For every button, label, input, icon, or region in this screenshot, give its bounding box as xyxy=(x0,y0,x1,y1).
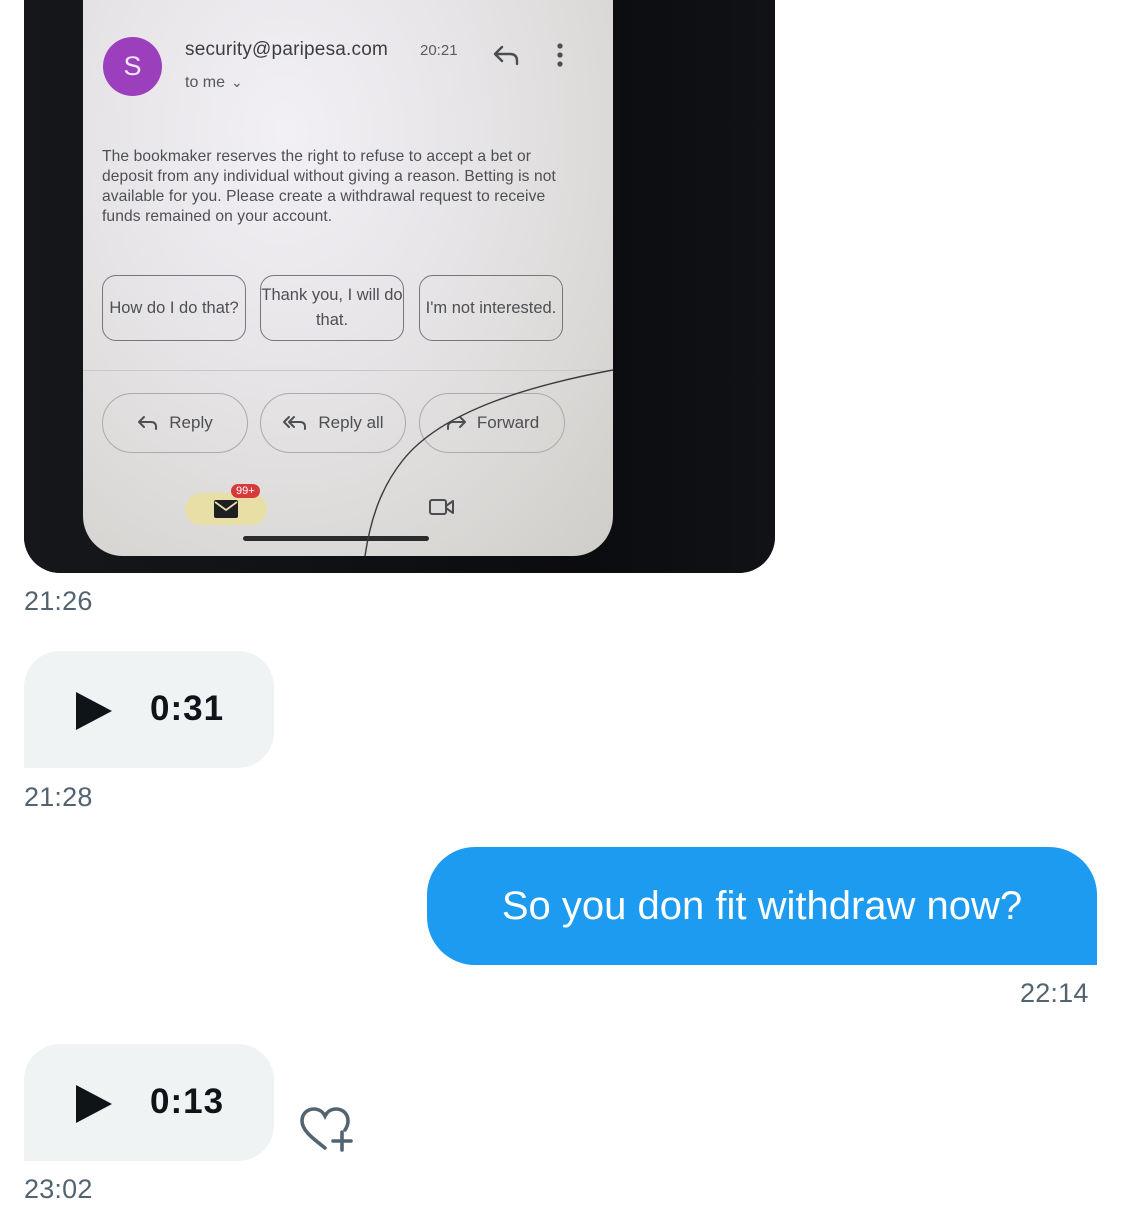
add-reaction-icon[interactable] xyxy=(298,1106,356,1154)
forward-action: Forward xyxy=(419,393,565,453)
voice-duration: 0:31 xyxy=(150,689,225,728)
play-icon[interactable] xyxy=(74,1084,114,1124)
reply-icon xyxy=(493,45,519,66)
email-body: The bookmaker reserves the right to refu… xyxy=(102,148,556,225)
message-timestamp: 21:26 xyxy=(24,586,93,616)
mail-tab xyxy=(185,493,267,525)
mail-icon xyxy=(214,500,238,518)
reply-all-action: Reply all xyxy=(260,393,406,453)
message-timestamp: 21:28 xyxy=(24,782,93,812)
sender-avatar: S xyxy=(103,37,162,96)
reply-all-label: Reply all xyxy=(318,413,384,432)
unread-badge: 99+ xyxy=(231,484,260,498)
reply-all-icon xyxy=(283,416,307,430)
chevron-down-icon: ⌄ xyxy=(231,74,243,90)
smart-reply-chip: Thank you, I will do that. xyxy=(260,275,404,341)
sent-message-bubble[interactable]: So you don fit withdraw now? xyxy=(427,847,1097,965)
voice-message[interactable]: 0:31 xyxy=(24,651,274,768)
recipient-label: to me xyxy=(185,74,226,91)
reply-action: Reply xyxy=(102,393,248,453)
reply-label: Reply xyxy=(169,413,213,432)
voice-duration: 0:13 xyxy=(150,1082,225,1121)
photo-message[interactable]: S security@paripesa.com 20:21 to me ⌄ The… xyxy=(24,0,775,573)
sent-message-text: So you don fit withdraw now? xyxy=(501,883,1023,928)
more-vert-icon xyxy=(557,43,563,67)
sender-address: security@paripesa.com xyxy=(185,39,389,60)
smart-reply-chip: How do I do that? xyxy=(102,275,246,341)
reply-icon xyxy=(138,416,158,430)
forward-icon xyxy=(446,416,466,430)
voice-message[interactable]: 0:13 xyxy=(24,1044,274,1161)
home-indicator xyxy=(243,536,429,541)
message-timestamp: 22:14 xyxy=(1020,978,1089,1008)
play-icon[interactable] xyxy=(74,691,114,731)
phone-screen: S security@paripesa.com 20:21 to me ⌄ The… xyxy=(83,0,613,556)
email-time: 20:21 xyxy=(420,42,458,59)
smart-reply-chip: I'm not interested. xyxy=(419,275,563,341)
message-timestamp: 23:02 xyxy=(24,1174,93,1204)
video-icon xyxy=(429,499,454,515)
recipient-line: to me ⌄ xyxy=(185,74,243,92)
divider xyxy=(83,370,613,371)
forward-label: Forward xyxy=(476,413,540,432)
